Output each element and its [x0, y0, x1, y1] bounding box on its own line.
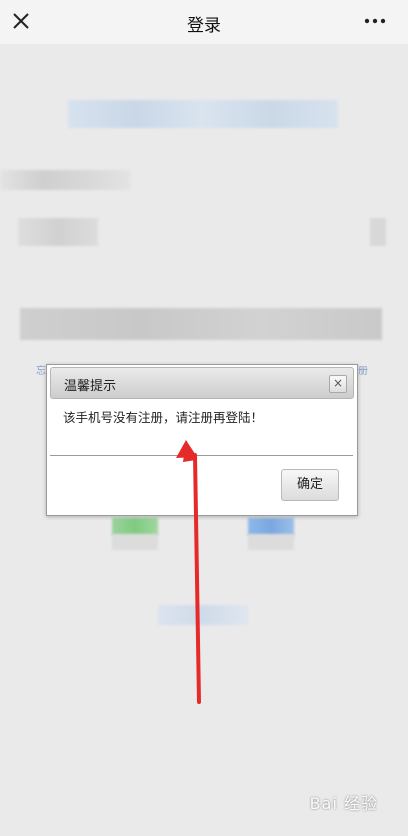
watermark: Bai 经验	[309, 794, 378, 813]
annotation-arrow	[176, 440, 201, 704]
